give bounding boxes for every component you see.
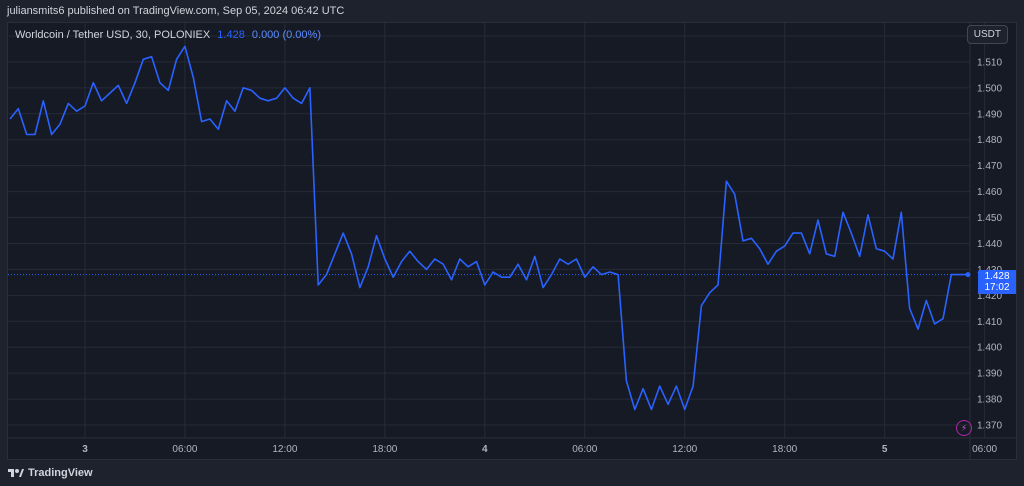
x-tick-label: 12:00: [272, 444, 297, 455]
footer-bar: TradingView: [0, 460, 1024, 486]
countdown-timer: 17:02: [984, 282, 1010, 293]
y-tick-label: 1.410: [977, 317, 1002, 328]
x-tick-label: 18:00: [772, 444, 797, 455]
y-tick-label: 1.400: [977, 343, 1002, 354]
tradingview-logo-icon: [8, 469, 24, 477]
y-tick-label: 1.480: [977, 135, 1002, 146]
y-tick-label: 1.380: [977, 395, 1002, 406]
y-tick-label: 1.390: [977, 369, 1002, 380]
brand-name: TradingView: [28, 467, 93, 479]
legend-price: 1.428: [217, 29, 245, 41]
y-tick-label: 1.490: [977, 109, 1002, 120]
tradingview-logo[interactable]: TradingView: [8, 467, 93, 479]
publisher-line: juliansmits6 published on TradingView.co…: [7, 5, 345, 17]
x-tick-label: 18:00: [372, 444, 397, 455]
y-tick-label: 1.510: [977, 57, 1002, 68]
x-tick-label: 06:00: [172, 444, 197, 455]
legend-change: 0.000 (0.00%): [251, 29, 321, 41]
x-tick-label: 4: [482, 444, 488, 455]
x-tick-label: 06:00: [972, 444, 997, 455]
y-tick-label: 1.370: [977, 421, 1002, 432]
symbol-label: Worldcoin / Tether USD, 30, POLONIEX: [15, 29, 211, 41]
y-tick-label: 1.470: [977, 161, 1002, 172]
y-tick-label: 1.440: [977, 239, 1002, 250]
lightning-icon[interactable]: ⚡: [956, 420, 972, 436]
price-series-line: [9, 45, 968, 411]
header-bar: juliansmits6 published on TradingView.co…: [0, 0, 1024, 22]
x-tick-label: 06:00: [572, 444, 597, 455]
x-tick-label: 3: [82, 444, 88, 455]
y-tick-label: 1.460: [977, 187, 1002, 198]
last-price-badge: 1.428 17:02: [978, 270, 1016, 294]
x-tick-label: 5: [882, 444, 888, 455]
y-tick-label: 1.500: [977, 83, 1002, 94]
y-tick-label: 1.450: [977, 213, 1002, 224]
price-chart[interactable]: 1.3701.3801.3901.4001.4101.4201.4301.440…: [8, 23, 1017, 460]
x-tick-label: 12:00: [672, 444, 697, 455]
chart-pane[interactable]: 1.3701.3801.3901.4001.4101.4201.4301.440…: [7, 22, 1017, 460]
last-price-value: 1.428: [984, 271, 1010, 282]
currency-button[interactable]: USDT: [966, 25, 1008, 44]
last-point-marker: [965, 272, 971, 278]
chart-legend: Worldcoin / Tether USD, 30, POLONIEX 1.4…: [15, 29, 321, 41]
